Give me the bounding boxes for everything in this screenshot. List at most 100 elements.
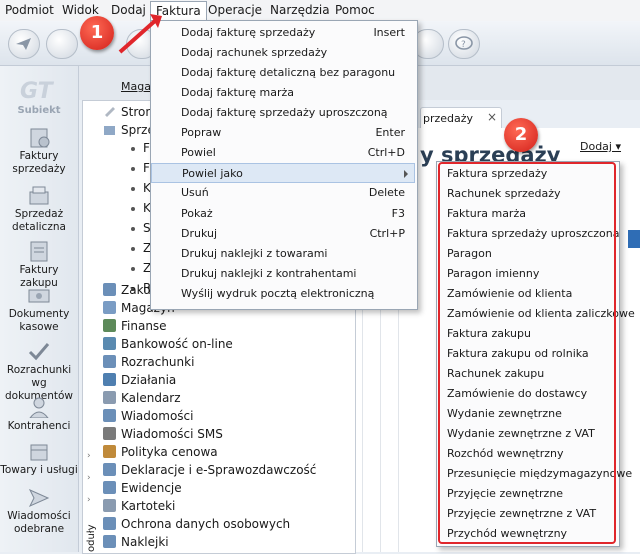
- menu-operacje[interactable]: Operacje: [208, 3, 262, 18]
- send-button[interactable]: [8, 29, 40, 59]
- menu-item-9[interactable]: Usuń Delete: [151, 183, 415, 203]
- submenu-arrow-icon: [404, 170, 408, 178]
- nav-faktury-zakupu[interactable]: Faktury zakupu: [0, 240, 78, 290]
- tree-item[interactable]: Naklejki: [103, 533, 169, 551]
- menu-item-2[interactable]: Dodaj rachunek sprzedaży: [151, 43, 415, 63]
- nav-rozrachunki[interactable]: Rozrachunki wg dokumentów: [0, 340, 78, 403]
- menu-item-14[interactable]: Wyślij wydruk pocztą elektroniczną: [151, 284, 415, 304]
- menu-item-10[interactable]: Pokaż F3: [151, 204, 415, 224]
- modules-vertical-label: oduły: [86, 524, 97, 552]
- tree-sub-item[interactable]: F: [143, 159, 150, 177]
- tree-item-label: Naklejki: [121, 535, 169, 549]
- submenu-item-19[interactable]: Przychód wewnętrzny: [447, 524, 567, 544]
- menu-item-1[interactable]: Dodaj fakturę sprzedaży Insert: [151, 23, 415, 43]
- menu-pomoc[interactable]: Pomoc: [335, 3, 375, 18]
- menu-item-shortcut: Enter: [375, 126, 405, 139]
- menu-item-5[interactable]: Dodaj fakturę sprzedaży uproszczoną: [151, 103, 415, 123]
- menu-item-4[interactable]: Dodaj fakturę marża: [151, 83, 415, 103]
- toolbar-button-2[interactable]: [46, 29, 78, 59]
- submenu-item-5[interactable]: Paragon: [447, 244, 492, 264]
- menu-item-12[interactable]: Drukuj naklejki z towarami: [151, 244, 415, 264]
- submenu-item-12[interactable]: Zamówienie do dostawcy: [447, 384, 587, 404]
- tree-item[interactable]: Polityka cenowa: [103, 443, 218, 461]
- tree-item-sprzedaz[interactable]: Sprze: [103, 121, 155, 139]
- tree-item[interactable]: Kartoteki: [103, 497, 175, 515]
- submenu-item-6[interactable]: Paragon imienny: [447, 264, 539, 284]
- svg-text:?: ?: [461, 40, 466, 50]
- tree-item-label: Bankowość on-line: [121, 337, 233, 351]
- submenu-item-8[interactable]: Zamówienie od klienta zaliczkowe: [447, 304, 635, 324]
- submenu-item-2[interactable]: Rachunek sprzedaży: [447, 184, 561, 204]
- tree-item[interactable]: Działania: [103, 371, 176, 389]
- menu-item-6[interactable]: Popraw Enter: [151, 123, 415, 143]
- tree-item[interactable]: Wiadomości SMS: [103, 425, 223, 443]
- menu-item-shortcut: Ctrl+D: [367, 146, 405, 159]
- tree-item-label: Wiadomości SMS: [121, 427, 223, 441]
- logo-text: Subiekt: [17, 105, 61, 116]
- module-icon: [103, 337, 116, 350]
- gt-logo-icon: GT: [20, 79, 55, 104]
- nav-wiadomosci-odebrane[interactable]: Wiadomości odebrane: [0, 486, 78, 536]
- tree-item-label: Ochrona danych osobowych: [121, 517, 291, 531]
- submenu-item-18[interactable]: Przyjęcie zewnętrzne z VAT: [447, 504, 596, 524]
- menu-item-3[interactable]: Dodaj fakturę detaliczną bez paragonu: [151, 63, 415, 83]
- tree-item-label: Kartoteki: [121, 499, 176, 513]
- nav-sprzedaz-detaliczna[interactable]: Sprzedaż detaliczna: [0, 184, 78, 234]
- expand-chevron-icon[interactable]: ›: [87, 451, 91, 461]
- tree-item[interactable]: Bankowość on-line: [103, 335, 233, 353]
- tree-item[interactable]: Wiadomości: [103, 407, 193, 425]
- submenu-item-3[interactable]: Faktura marża: [447, 204, 526, 224]
- page-icon: [105, 107, 115, 117]
- submenu-item-17[interactable]: Przyjęcie zewnętrzne: [447, 484, 563, 504]
- module-icon: [103, 319, 116, 332]
- grid-line: [362, 290, 363, 552]
- nav-kontrahenci[interactable]: Kontrahenci: [0, 396, 78, 433]
- menu-podmiot[interactable]: Podmiot: [5, 3, 54, 18]
- menu-item-11[interactable]: Drukuj Ctrl+P: [151, 224, 415, 244]
- module-icon: [103, 445, 116, 458]
- annotation-badge-2: 2: [504, 118, 538, 152]
- nav-label: Faktury sprzedaży: [12, 150, 66, 175]
- nav-faktury-sprzedazy[interactable]: Faktury sprzedaży: [0, 126, 78, 176]
- submenu-item-10[interactable]: Faktura zakupu od rolnika: [447, 344, 589, 364]
- tab-label: przedaży: [423, 112, 474, 125]
- tab-close-icon[interactable]: ×: [487, 110, 497, 124]
- expand-chevron-icon[interactable]: ›: [87, 495, 91, 505]
- submenu-item-4[interactable]: Faktura sprzedaży uproszczona: [447, 224, 620, 244]
- help-button[interactable]: ?: [448, 29, 480, 59]
- submenu-item-9[interactable]: Faktura zakupu: [447, 324, 531, 344]
- expand-chevron-icon[interactable]: ›: [87, 473, 91, 483]
- submenu-item-1[interactable]: Faktura sprzedaży: [447, 164, 547, 184]
- tab-faktury-sprzedazy[interactable]: przedaży ×: [420, 107, 502, 130]
- tree-bullet: [131, 207, 135, 211]
- menu-item-label: Powiel: [181, 146, 216, 159]
- submenu-item-16[interactable]: Przesunięcie międzymagazynowe: [447, 464, 632, 484]
- menu-item-7[interactable]: Powiel Ctrl+D: [151, 143, 415, 163]
- tree-item-strona[interactable]: Stron: [103, 103, 153, 121]
- goods-icon: [30, 444, 48, 461]
- nav-towary-i-uslugi[interactable]: Towary i usługi: [0, 440, 78, 477]
- menu-narzedzia[interactable]: Narzędzia: [270, 3, 330, 18]
- submenu-item-11[interactable]: Rachunek zakupu: [447, 364, 544, 384]
- submenu-item-14[interactable]: Wydanie zewnętrzne z VAT: [447, 424, 595, 444]
- menu-item-8[interactable]: Powiel jako: [151, 163, 415, 183]
- menu-item-13[interactable]: Drukuj naklejki z kontrahentami: [151, 264, 415, 284]
- nav-dokumenty-kasowe[interactable]: Dokumenty kasowe: [0, 284, 78, 334]
- selected-row-marker[interactable]: [628, 230, 640, 248]
- menu-item-label: Drukuj naklejki z towarami: [181, 247, 328, 260]
- tree-item[interactable]: Ewidencje: [103, 479, 182, 497]
- tree-sub-item[interactable]: F: [143, 139, 150, 157]
- menu-item-shortcut: Ctrl+P: [369, 227, 405, 240]
- tree-item[interactable]: Kalendarz: [103, 389, 181, 407]
- submenu-item-15[interactable]: Rozchód wewnętrzny: [447, 444, 563, 464]
- menu-item-label: Dodaj fakturę detaliczną bez paragonu: [181, 66, 396, 79]
- submenu-item-7[interactable]: Zamówienie od klienta: [447, 284, 572, 304]
- tree-item[interactable]: Finanse: [103, 317, 167, 335]
- submenu-item-13[interactable]: Wydanie zewnętrzne: [447, 404, 562, 424]
- subiekt-logo: GT Subiekt: [10, 76, 68, 118]
- tree-item[interactable]: Deklaracje i e-Sprawozdawczość: [103, 461, 316, 479]
- add-button[interactable]: Dodaj ▾: [580, 140, 621, 153]
- menu-item-label: Drukuj naklejki z kontrahentami: [181, 267, 357, 280]
- tree-item[interactable]: Ochrona danych osobowych: [103, 515, 290, 533]
- tree-item[interactable]: Rozrachunki: [103, 353, 194, 371]
